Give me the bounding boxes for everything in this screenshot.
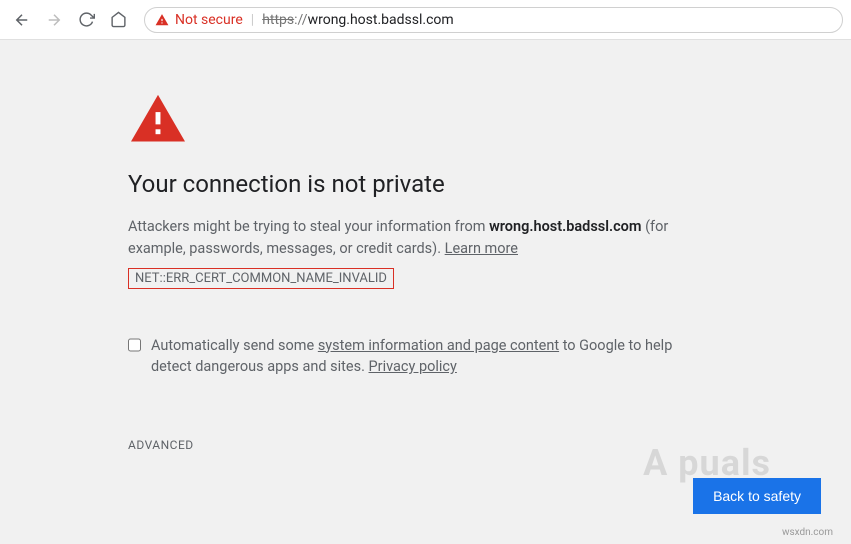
reload-icon bbox=[78, 11, 95, 28]
warning-description: Attackers might be trying to steal your … bbox=[128, 216, 688, 260]
forward-button[interactable] bbox=[40, 6, 68, 34]
privacy-policy-link[interactable]: Privacy policy bbox=[369, 358, 457, 375]
address-bar[interactable]: Not secure | https://wrong.host.badssl.c… bbox=[144, 7, 843, 33]
advanced-button[interactable]: ADVANCED bbox=[128, 438, 194, 452]
hostname-strong: wrong.host.badssl.com bbox=[489, 218, 641, 235]
browser-toolbar: Not secure | https://wrong.host.badssl.c… bbox=[0, 0, 851, 40]
reload-button[interactable] bbox=[72, 6, 100, 34]
page-heading: Your connection is not private bbox=[128, 170, 851, 198]
security-indicator[interactable]: Not secure bbox=[155, 12, 243, 28]
watermark-text: wsxdn.com bbox=[782, 527, 833, 538]
arrow-right-icon bbox=[45, 11, 63, 29]
warning-icon-large bbox=[128, 90, 851, 148]
interstitial-content: Your connection is not private Attackers… bbox=[0, 40, 851, 452]
home-icon bbox=[110, 11, 127, 28]
arrow-left-icon bbox=[13, 11, 31, 29]
opt-in-row: Automatically send some system informati… bbox=[128, 335, 708, 379]
warning-triangle-icon bbox=[155, 13, 169, 27]
system-info-link[interactable]: system information and page content bbox=[318, 337, 559, 354]
learn-more-link[interactable]: Learn more bbox=[445, 240, 518, 257]
opt-in-checkbox[interactable] bbox=[128, 337, 141, 353]
home-button[interactable] bbox=[104, 6, 132, 34]
back-button[interactable] bbox=[8, 6, 36, 34]
error-code: NET::ERR_CERT_COMMON_NAME_INVALID bbox=[128, 268, 394, 289]
back-to-safety-button[interactable]: Back to safety bbox=[693, 478, 821, 514]
not-secure-label: Not secure bbox=[175, 12, 243, 28]
url-text: https://wrong.host.badssl.com bbox=[262, 12, 454, 28]
